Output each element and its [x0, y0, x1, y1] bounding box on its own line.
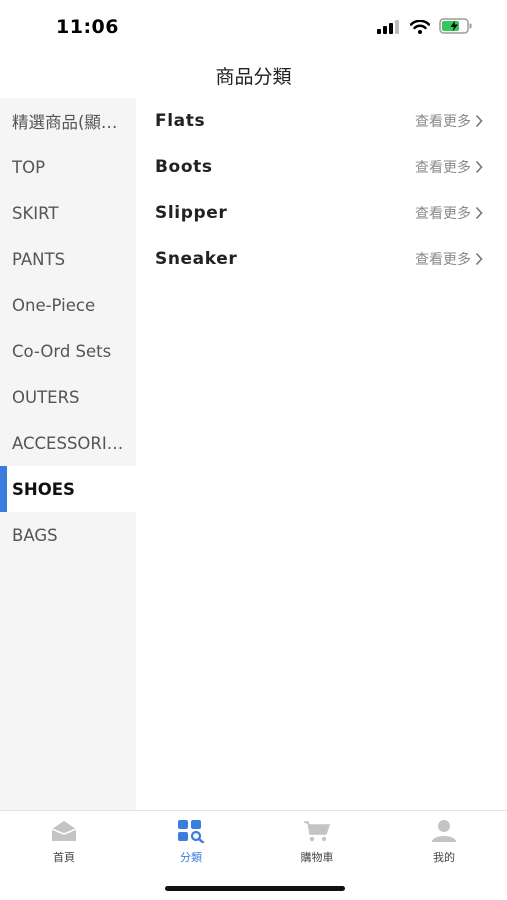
- sidebar-item-bags[interactable]: BAGS: [0, 512, 136, 558]
- view-more-link[interactable]: 查看更多: [415, 157, 483, 177]
- subcategory-list: Flats 查看更多 Boots 查看更多 Slipper 查看更多 Sneak…: [136, 98, 507, 810]
- sidebar-item-label: SKIRT: [12, 203, 59, 223]
- tab-category[interactable]: 分類: [151, 819, 231, 865]
- category-icon: [177, 819, 205, 847]
- sidebar-item-top[interactable]: TOP: [0, 144, 136, 190]
- status-bar: 11:06: [0, 0, 507, 52]
- chevron-right-icon: [475, 252, 483, 266]
- subcategory-row-slipper[interactable]: Slipper 查看更多: [136, 190, 507, 236]
- subcategory-name: Boots: [155, 157, 213, 177]
- chevron-right-icon: [475, 160, 483, 174]
- cart-icon: [303, 819, 331, 847]
- profile-icon: [430, 819, 458, 847]
- bottom-tab-bar: 首頁 分類 購物車 我的: [0, 810, 507, 900]
- view-more-label: 查看更多: [415, 114, 471, 130]
- chevron-right-icon: [475, 114, 483, 128]
- sidebar-item-co-ord-sets[interactable]: Co-Ord Sets: [0, 328, 136, 374]
- sidebar-item-label: TOP: [12, 157, 46, 177]
- sidebar-item-label: Co-Ord Sets: [12, 341, 112, 361]
- chevron-right-icon: [475, 206, 483, 220]
- subcategory-row-flats[interactable]: Flats 查看更多: [136, 98, 507, 144]
- sidebar-item-skirt[interactable]: SKIRT: [0, 190, 136, 236]
- sidebar-item-label: BAGS: [12, 525, 58, 545]
- category-sidebar: 精選商品(顯… TOP SKIRT PANTS One-Piece Co-Ord…: [0, 98, 136, 810]
- sidebar-item-pants[interactable]: PANTS: [0, 236, 136, 282]
- sidebar-item-label: 精選商品(顯…: [12, 113, 118, 132]
- nav-header: 商品分類: [0, 52, 507, 98]
- tab-home[interactable]: 首頁: [24, 819, 104, 865]
- view-more-link[interactable]: 查看更多: [415, 111, 483, 131]
- sidebar-item-label: SHOES: [12, 479, 75, 499]
- sidebar-item-outers[interactable]: OUTERS: [0, 374, 136, 420]
- tab-label: 分類: [180, 851, 202, 864]
- battery-charging-icon: [439, 18, 473, 38]
- view-more-label: 查看更多: [415, 206, 471, 222]
- subcategory-row-sneaker[interactable]: Sneaker 查看更多: [136, 236, 507, 282]
- tab-cart[interactable]: 購物車: [277, 819, 357, 865]
- view-more-link[interactable]: 查看更多: [415, 249, 483, 269]
- view-more-label: 查看更多: [415, 252, 471, 268]
- sidebar-item-label: PANTS: [12, 249, 66, 269]
- home-indicator: [165, 886, 345, 891]
- signal-icon: [377, 19, 401, 38]
- tab-profile[interactable]: 我的: [404, 819, 484, 865]
- tab-label: 我的: [433, 851, 455, 864]
- sidebar-item-label: One-Piece: [12, 295, 96, 315]
- status-time: 11:06: [56, 16, 119, 38]
- sidebar-item-label: OUTERS: [12, 387, 80, 407]
- sidebar-item-label: ACCESSORI…: [12, 433, 124, 453]
- subcategory-name: Slipper: [155, 203, 228, 223]
- wifi-icon: [409, 19, 431, 38]
- page-title: 商品分類: [215, 65, 292, 88]
- subcategory-name: Flats: [155, 111, 206, 131]
- home-icon: [50, 819, 78, 847]
- view-more-label: 查看更多: [415, 160, 471, 176]
- sidebar-item-shoes[interactable]: SHOES: [0, 466, 136, 512]
- sidebar-item-one-piece[interactable]: One-Piece: [0, 282, 136, 328]
- subcategory-row-boots[interactable]: Boots 查看更多: [136, 144, 507, 190]
- subcategory-name: Sneaker: [155, 249, 238, 269]
- sidebar-item-accessories[interactable]: ACCESSORI…: [0, 420, 136, 466]
- tab-label: 首頁: [53, 851, 75, 864]
- view-more-link[interactable]: 查看更多: [415, 203, 483, 223]
- sidebar-item-featured[interactable]: 精選商品(顯…: [0, 98, 136, 144]
- status-icons: [377, 18, 473, 38]
- tab-label: 購物車: [300, 851, 334, 864]
